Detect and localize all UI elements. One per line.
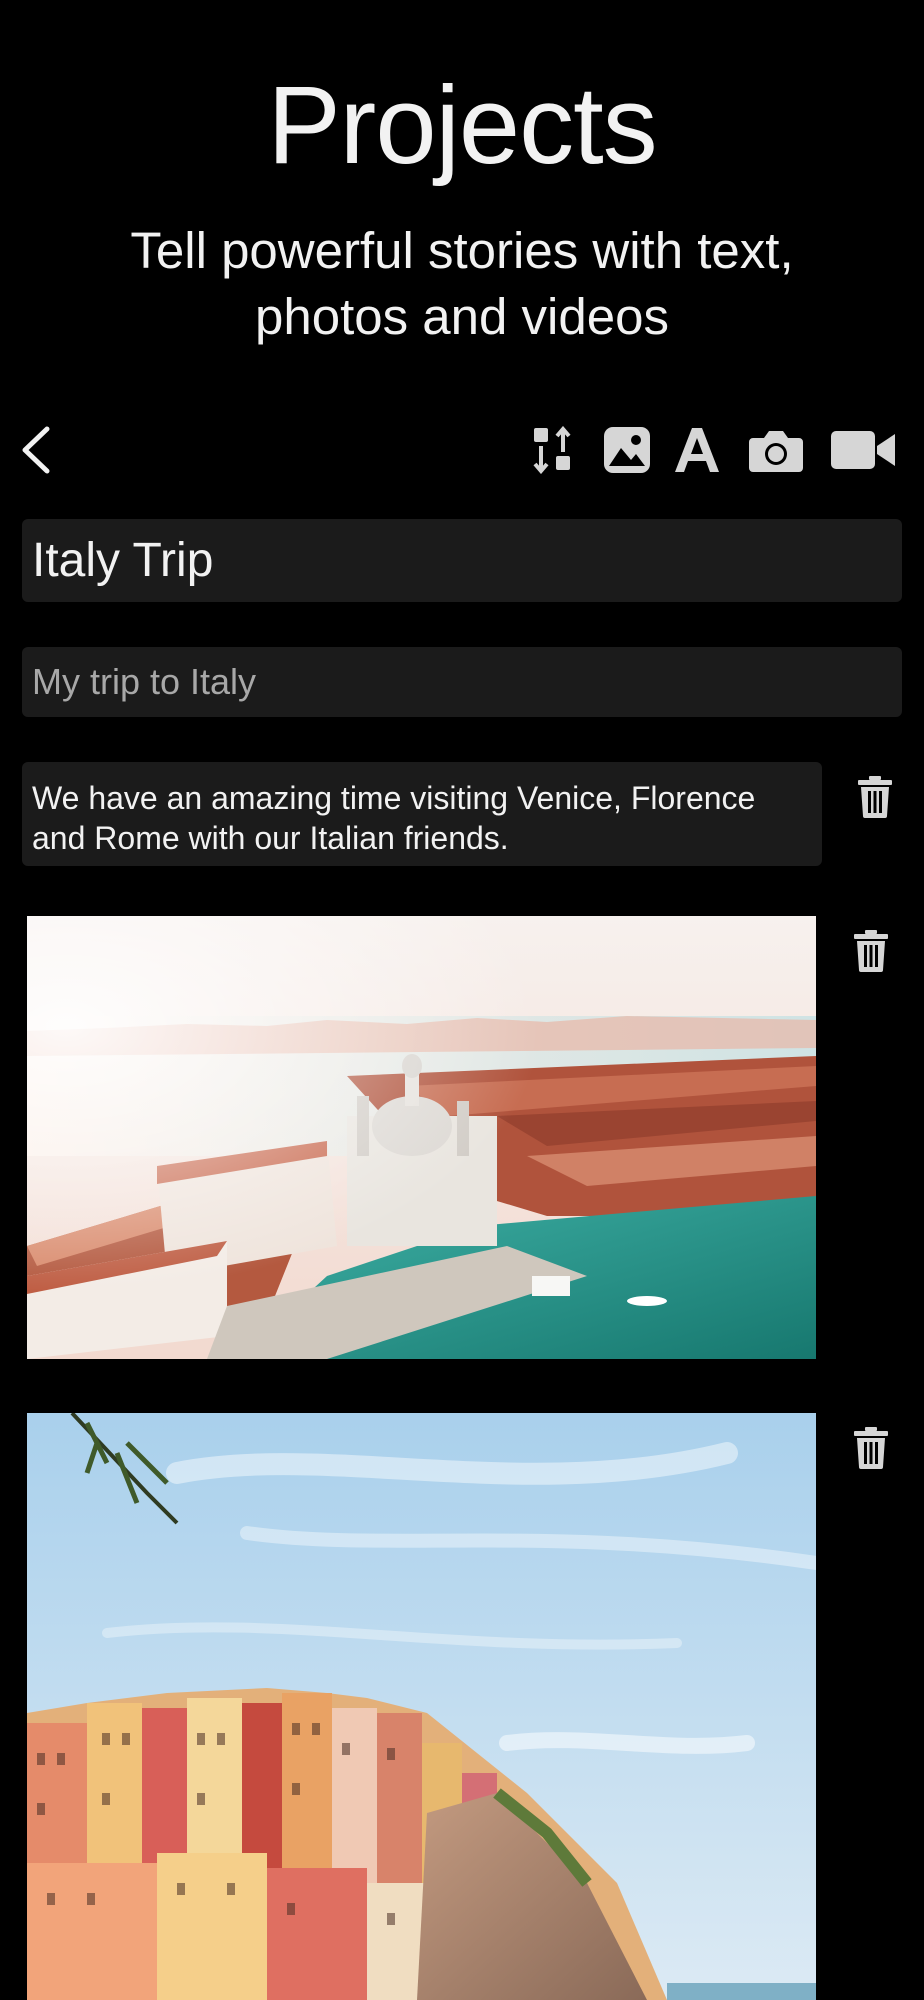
trash-icon <box>858 776 892 818</box>
trash-icon <box>854 1427 888 1469</box>
image-icon <box>604 427 650 473</box>
reorder-icon <box>533 426 571 474</box>
delete-venice-photo-button[interactable] <box>854 930 894 976</box>
text-block-input[interactable]: We have an amazing time visiting Venice,… <box>22 762 822 866</box>
video-icon <box>831 431 895 469</box>
trash-icon <box>854 930 888 972</box>
editor-toolbar <box>0 410 924 490</box>
project-title-value: Italy Trip <box>32 534 214 587</box>
camera-icon <box>749 431 803 472</box>
page-subtitle: Tell powerful stories with text, photos … <box>112 218 812 350</box>
subtitle-line-1: Tell powerful stories with text, <box>130 222 794 279</box>
text-block-content: We have an amazing time visiting Venice,… <box>32 780 756 856</box>
add-text-button[interactable] <box>672 424 722 476</box>
project-title-input[interactable]: Italy Trip <box>22 519 902 602</box>
delete-text-block-button[interactable] <box>858 776 898 822</box>
page-title: Projects <box>267 64 657 187</box>
delete-cinque-terre-photo-button[interactable] <box>854 1427 894 1473</box>
venice-photo <box>27 916 816 1359</box>
subtitle-line-2: photos and videos <box>255 288 669 345</box>
cinque-terre-photo <box>27 1413 816 2000</box>
project-subtitle-placeholder: My trip to Italy <box>32 661 257 702</box>
photo-block-venice[interactable] <box>27 916 816 1359</box>
add-image-button[interactable] <box>602 424 652 476</box>
back-button[interactable] <box>14 422 58 478</box>
reorder-button[interactable] <box>530 424 578 476</box>
back-chevron-icon <box>22 426 50 474</box>
camera-button[interactable] <box>748 424 804 476</box>
text-icon <box>675 428 719 472</box>
project-subtitle-input[interactable]: My trip to Italy <box>22 647 902 717</box>
photo-block-cinque-terre[interactable] <box>27 1413 816 2000</box>
video-button[interactable] <box>830 424 896 476</box>
